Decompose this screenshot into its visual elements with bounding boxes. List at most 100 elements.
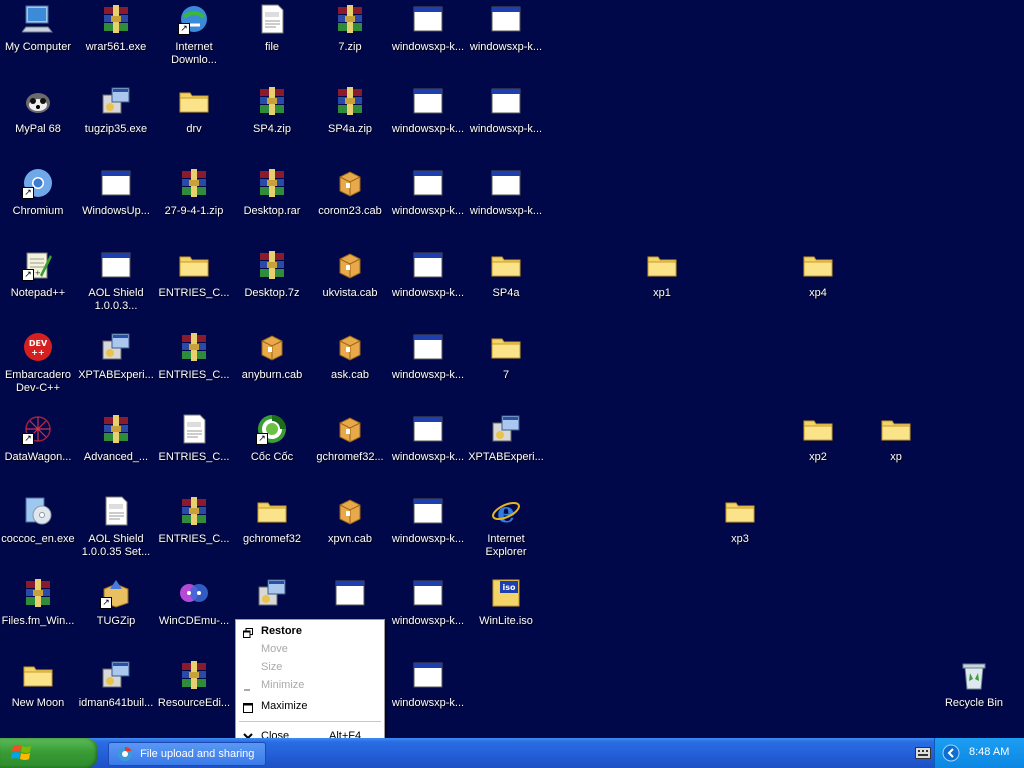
desktop-item[interactable]: Desktop.rar — [233, 164, 311, 218]
desktop-item[interactable]: ask.cab — [311, 328, 389, 382]
desktop-item[interactable]: idman641buil... — [77, 656, 155, 710]
desktop-item[interactable]: SP4.zip — [233, 82, 311, 136]
desktop-item[interactable]: xp4 — [779, 246, 857, 300]
desktop-item[interactable]: windowsxp-k... — [467, 164, 545, 218]
desktop-item[interactable]: ↗ Internet Downlo... — [155, 0, 233, 67]
desktop-item[interactable]: My Computer — [0, 0, 77, 54]
desktop-item-label: Chromium — [12, 205, 64, 217]
tugzip-icon: ↗ — [100, 577, 132, 609]
clock[interactable]: 8:48 AM — [969, 746, 1009, 758]
notepad-icon: ++ ↗ — [22, 249, 54, 281]
desktop-item[interactable]: MyPal 68 — [0, 82, 77, 136]
desktop-item[interactable]: Advanced_... — [77, 410, 155, 464]
desktop-item[interactable]: WindowsUp... — [77, 164, 155, 218]
desktop-item[interactable]: anyburn.cab — [233, 328, 311, 382]
desktop-item[interactable]: Desktop.7z — [233, 246, 311, 300]
desktop-item[interactable]: 7 — [467, 328, 545, 382]
desktop-item-label: MyPal 68 — [15, 123, 61, 135]
window-icon — [412, 167, 444, 199]
desktop-item[interactable]: xp3 — [701, 492, 779, 546]
desktop-item[interactable]: coccoc_en.exe — [0, 492, 77, 546]
desktop-item[interactable]: WinCDEmu-... — [155, 574, 233, 628]
desktop-item[interactable]: windowsxp-k... — [467, 82, 545, 136]
desktop-item[interactable]: file — [233, 0, 311, 54]
desktop-item-label: AOL Shield 1.0.0.3... — [88, 287, 144, 312]
desktop-item[interactable]: ++ ↗ Notepad++ — [0, 246, 77, 300]
desktop-item[interactable]: DEV ++ Embarcadero Dev-C++ — [0, 328, 77, 395]
taskbar-button-file-upload[interactable]: File upload and sharing — [108, 742, 266, 766]
desktop-item[interactable]: ↗ Chromium — [0, 164, 77, 218]
desktop-item[interactable]: windowsxp-k... — [389, 492, 467, 546]
desktop-item[interactable]: windowsxp-k... — [389, 164, 467, 218]
menu-item-maximize[interactable]: Maximize — [236, 697, 384, 716]
desktop-item[interactable]: ↗ DataWagon... — [0, 410, 77, 464]
menu-item-restore[interactable]: Restore — [236, 622, 384, 641]
desktop-item[interactable]: ENTRIES_C... — [155, 328, 233, 382]
desktop-item[interactable]: Files.fm_Win... — [0, 574, 77, 628]
show-hidden-icons-icon[interactable] — [942, 744, 960, 762]
shortcut-arrow-icon: ↗ — [256, 433, 268, 445]
keyboard-icon[interactable] — [915, 747, 931, 759]
desktop-item[interactable]: SP4a.zip — [311, 82, 389, 136]
start-button[interactable] — [0, 738, 98, 768]
desktop-item[interactable]: xpvn.cab — [311, 492, 389, 546]
desktop-item[interactable]: xp — [857, 410, 935, 464]
desktop-item[interactable]: SP4a — [467, 246, 545, 300]
desktop-item[interactable]: New Moon — [0, 656, 77, 710]
desktop-item[interactable]: windowsxp-k... — [389, 328, 467, 382]
desktop-item[interactable]: 7.zip — [311, 0, 389, 54]
folder-icon — [490, 331, 522, 363]
cab-icon — [334, 495, 366, 527]
winrar-icon — [178, 167, 210, 199]
desktop-item-label: XPTABExperi... — [78, 369, 154, 381]
desktop-item[interactable]: gchromef32... — [311, 410, 389, 464]
desktop-item-label: TUGZip — [96, 615, 136, 627]
desktop-item[interactable]: iso WinLite.iso — [467, 574, 545, 628]
desktop-item[interactable]: xp2 — [779, 410, 857, 464]
desktop-item[interactable]: XPTABExperi... — [77, 328, 155, 382]
winrar-icon — [178, 659, 210, 691]
mypal-icon — [22, 85, 54, 117]
shortcut-arrow-icon: ↗ — [22, 433, 34, 445]
folder-icon — [802, 249, 834, 281]
folder-icon — [646, 249, 678, 281]
desktop-item[interactable]: ENTRIES_C... — [155, 492, 233, 546]
desktop-item[interactable]: AOL Shield 1.0.0.3... — [77, 246, 155, 313]
desktop-item[interactable]: windowsxp-k... — [389, 656, 467, 710]
desktop-item-label: Files.fm_Win... — [1, 615, 75, 627]
desktop-item-label: SP4a — [492, 287, 520, 299]
window-icon — [490, 85, 522, 117]
desktop-item[interactable]: windowsxp-k... — [389, 0, 467, 54]
desktop-item[interactable] — [233, 574, 311, 615]
desktop-item-label: windowsxp-k... — [391, 287, 465, 299]
desktop-item[interactable]: windowsxp-k... — [389, 574, 467, 628]
desktop-item[interactable]: 27-9-4-1.zip — [155, 164, 233, 218]
desktop-item[interactable]: tugzip35.exe — [77, 82, 155, 136]
desktop-item[interactable]: XPTABExperi... — [467, 410, 545, 464]
desktop-item[interactable]: windowsxp-k... — [389, 82, 467, 136]
desktop-item[interactable] — [311, 574, 389, 615]
desktop-item[interactable]: wrar561.exe — [77, 0, 155, 54]
winrar-icon — [256, 167, 288, 199]
desktop-item[interactable]: ↗ Cốc Cốc — [233, 410, 311, 464]
desktop-item[interactable]: gchromef32 — [233, 492, 311, 546]
desktop-item[interactable]: ukvista.cab — [311, 246, 389, 300]
desktop-item-label: wrar561.exe — [85, 41, 147, 53]
desktop-item[interactable]: xp1 — [623, 246, 701, 300]
desktop-item-label: windowsxp-k... — [391, 41, 465, 53]
desktop-item[interactable]: ResourceEdi... — [155, 656, 233, 710]
desktop-item[interactable]: corom23.cab — [311, 164, 389, 218]
desktop-item[interactable]: AOL Shield 1.0.0.35 Set... — [77, 492, 155, 559]
desktop-item[interactable]: Recycle Bin — [935, 656, 1013, 710]
desktop-item[interactable]: ↗ TUGZip — [77, 574, 155, 628]
desktop-item[interactable]: ENTRIES_C... — [155, 246, 233, 300]
desktop-item[interactable]: drv — [155, 82, 233, 136]
desktop-item[interactable]: windowsxp-k... — [467, 0, 545, 54]
desktop-item[interactable]: windowsxp-k... — [389, 410, 467, 464]
desktop-item[interactable]: ENTRIES_C... — [155, 410, 233, 464]
winrar-icon — [256, 249, 288, 281]
desktop-item[interactable]: e Internet Explorer — [467, 492, 545, 559]
desktop-item[interactable]: windowsxp-k... — [389, 246, 467, 300]
folder-icon — [490, 249, 522, 281]
cab-icon — [334, 167, 366, 199]
